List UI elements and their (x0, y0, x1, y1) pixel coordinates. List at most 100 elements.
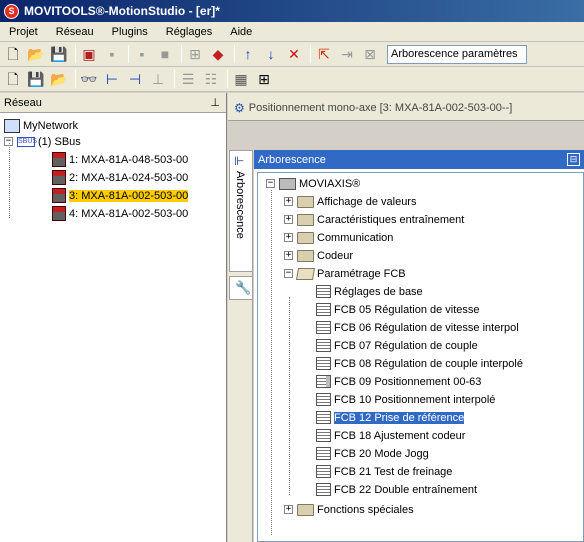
pin-icon[interactable]: ⊥ (210, 96, 220, 109)
list-alt-icon[interactable]: ☷ (201, 69, 221, 89)
document-tab-bar: ⚙ Positionnement mono-axe [3: MXA-81A-00… (228, 93, 584, 121)
tree-node-parametrage-fcb[interactable]: − Paramétrage FCB (284, 265, 406, 282)
toolbar-separator (75, 45, 76, 63)
tab-arborescence[interactable]: ⊩ Arborescence (229, 150, 252, 272)
parameter-page-icon (316, 321, 331, 334)
connect-icon[interactable]: ◆ (208, 44, 228, 64)
parameter-page-icon (316, 429, 331, 442)
expand-icon[interactable]: + (284, 251, 293, 260)
device-label: 4: MXA-81A-002-503-00 (69, 207, 189, 220)
expand-icon[interactable]: + (284, 233, 293, 242)
arrow-up-icon[interactable]: ↑ (238, 44, 258, 64)
disabled-tool-icon[interactable]: ▪ (102, 44, 122, 64)
folder-icon (297, 213, 314, 226)
tree-leaf-fcb[interactable]: FCB 10 Positionnement interpolé (316, 391, 495, 408)
tree-node-device-1[interactable]: 1: MXA-81A-048-503-00 (52, 151, 188, 168)
collapse-icon[interactable]: − (284, 269, 293, 278)
toolbar-separator (174, 70, 175, 88)
tree-leaf-fcb[interactable]: FCB 09 Positionnement 00-63 (316, 373, 481, 390)
menu-projet[interactable]: Projet (0, 26, 47, 38)
new-file-icon[interactable]: 🗋 (3, 44, 23, 64)
toolbar-separator (234, 45, 235, 63)
tree-panel-header: Arborescence ⊟ (254, 150, 584, 169)
computer-icon (4, 118, 20, 133)
leaf-label: FCB 07 Régulation de couple (334, 339, 478, 352)
tree-node-codeur[interactable]: + Codeur (284, 247, 353, 264)
network-panel-header: Réseau ⊥ (0, 93, 226, 113)
tree-leaf-fcb[interactable]: FCB 06 Régulation de vitesse interpol (316, 319, 519, 336)
tree-connector (289, 297, 290, 495)
menu-aide[interactable]: Aide (221, 26, 261, 38)
window-icon[interactable]: ▦ (231, 69, 251, 89)
tree-node-caracteristiques[interactable]: + Caractéristiques entraînement (284, 211, 464, 228)
tree-node-fonctions-speciales[interactable]: + Fonctions spéciales (284, 501, 414, 518)
copy-icon[interactable]: ▣ (79, 44, 99, 64)
menu-reglages[interactable]: Réglages (157, 26, 221, 38)
new-file-icon[interactable]: 🗋 (3, 69, 23, 89)
panel-pin-icon[interactable]: ⊟ (567, 153, 580, 166)
tree-leaf-fcb[interactable]: Réglages de base (316, 283, 423, 300)
arrow-down-icon[interactable]: ↓ (261, 44, 281, 64)
tab-tools[interactable]: 🔧 (229, 276, 252, 300)
drive-icon (52, 170, 66, 185)
open-folder-icon[interactable]: 📂 (49, 69, 69, 89)
expand-icon[interactable]: + (284, 215, 293, 224)
menu-plugins[interactable]: Plugins (103, 26, 157, 38)
tab-positionnement[interactable]: ⚙ Positionnement mono-axe [3: MXA-81A-00… (228, 96, 518, 120)
tree-leaf-fcb[interactable]: FCB 18 Ajustement codeur (316, 427, 465, 444)
tree-leaf-fcb[interactable]: FCB 22 Double entraînement (316, 481, 477, 498)
parameter-page-icon (316, 447, 331, 460)
tree-leaf-fcb[interactable]: FCB 05 Régulation de vitesse (316, 301, 480, 318)
parameter-tree-panel: Arborescence ⊟ − MOVIAXIS® + Affichage d… (254, 150, 584, 542)
vertical-tab-strip: ⊩ Arborescence 🔧 (228, 150, 253, 542)
leaf-label: FCB 18 Ajustement codeur (334, 429, 466, 442)
tree-leaf-fcb[interactable]: FCB 20 Mode Jogg (316, 445, 429, 462)
close-box-icon[interactable]: ⊠ (360, 44, 380, 64)
tool-icon: ⚙ (234, 101, 245, 115)
window-title: MOVITOOLS®-MotionStudio - [er]* (24, 4, 220, 18)
tree-leaf-fcb[interactable]: FCB 08 Régulation de couple interpolé (316, 355, 523, 372)
tree-add-icon[interactable]: ⊢ (102, 69, 122, 89)
toolbar-separator (181, 45, 182, 63)
tree-node-device-2[interactable]: 2: MXA-81A-024-503-00 (52, 169, 188, 186)
grid-icon[interactable]: ⊞ (185, 44, 205, 64)
collapse-icon[interactable]: − (266, 179, 275, 188)
save-icon[interactable]: 💾 (49, 44, 69, 64)
node-label: Caractéristiques entraînement (317, 213, 465, 226)
drive-icon (52, 188, 66, 203)
tab-label: Positionnement mono-axe [3: MXA-81A-002-… (248, 102, 513, 114)
tree-leaf-fcb[interactable]: FCB 07 Régulation de couple (316, 337, 478, 354)
tree-connector (9, 143, 10, 218)
tree-node-sbus[interactable]: − SBUS (1) SBus (4, 133, 81, 150)
binoculars-icon[interactable]: 👓 (79, 69, 99, 89)
tree-node-network[interactable]: MyNetwork (4, 117, 78, 134)
list-icon[interactable]: ☰ (178, 69, 198, 89)
tree-node-root[interactable]: − MOVIAXIS® (266, 175, 360, 192)
delete-icon[interactable]: ✕ (284, 44, 304, 64)
toolbar-separator (227, 70, 228, 88)
open-folder-icon[interactable]: 📂 (26, 44, 46, 64)
menu-bar: Projet Réseau Plugins Réglages Aide (0, 22, 584, 42)
tree-node-device-3[interactable]: 3: MXA-81A-002-503-00 (52, 187, 189, 204)
skip-icon[interactable]: ⇥ (337, 44, 357, 64)
tree-node-device-4[interactable]: 4: MXA-81A-002-503-00 (52, 205, 188, 222)
menu-reseau[interactable]: Réseau (47, 26, 103, 38)
tree-disabled-icon[interactable]: ⊥ (148, 69, 168, 89)
disabled-tool-icon[interactable]: ▪ (132, 44, 152, 64)
leaf-label: FCB 10 Positionnement interpolé (334, 393, 496, 406)
tree-insert-icon[interactable]: ⊣ (125, 69, 145, 89)
tree-leaf-fcb-selected[interactable]: FCB 12 Prise de référence (316, 409, 465, 426)
expand-icon[interactable]: + (284, 505, 293, 514)
export-icon[interactable]: ⇱ (314, 44, 334, 64)
disabled-tool-icon[interactable]: ■ (155, 44, 175, 64)
tree-node-communication[interactable]: + Communication (284, 229, 393, 246)
expand-icon[interactable]: + (284, 197, 293, 206)
view-dropdown[interactable]: Arborescence paramètres (387, 44, 527, 64)
save-icon[interactable]: 💾 (26, 69, 46, 89)
node-label: Fonctions spéciales (317, 503, 414, 516)
node-label: Codeur (317, 249, 354, 262)
tree-leaf-fcb[interactable]: FCB 21 Test de freinage (316, 463, 452, 480)
drive-icon (52, 152, 66, 167)
layout-icon[interactable]: ⊞ (254, 69, 274, 89)
tree-node-affichage[interactable]: + Affichage de valeurs (284, 193, 416, 210)
